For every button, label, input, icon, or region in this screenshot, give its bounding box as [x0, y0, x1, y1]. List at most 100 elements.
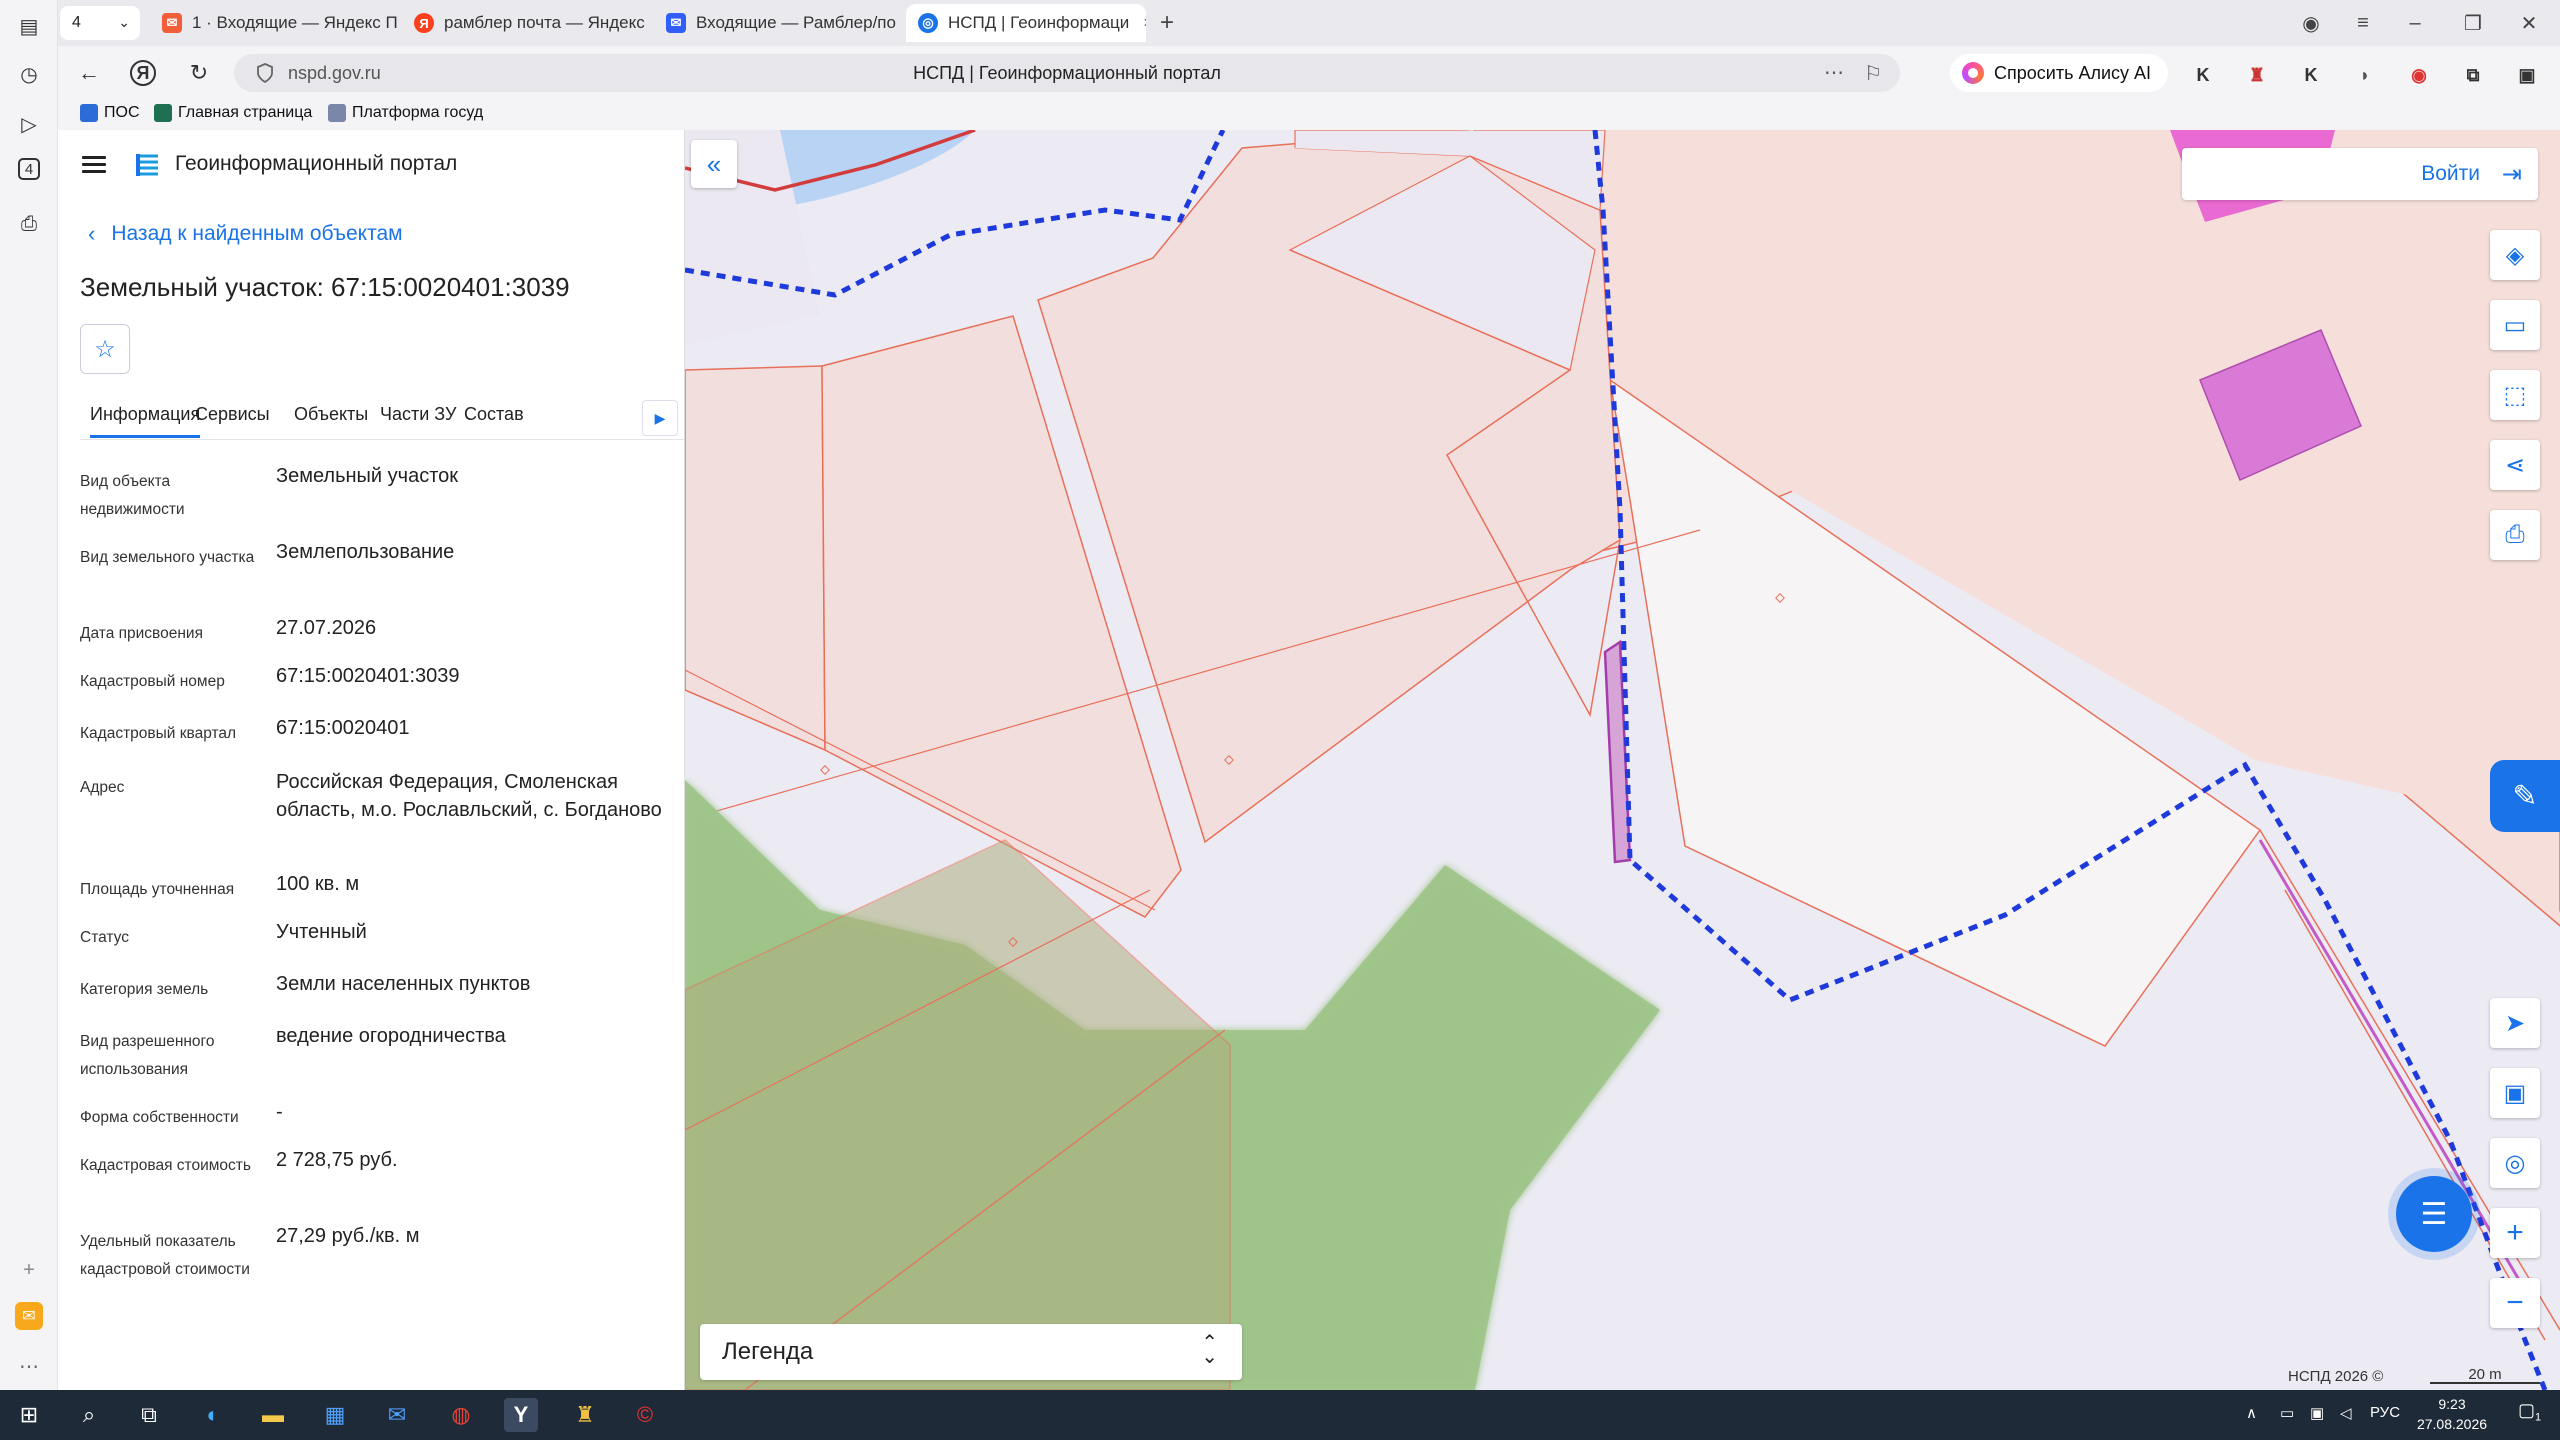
login-button[interactable]: Войти ⇥: [2182, 148, 2538, 200]
feedback-icon: ✎: [2512, 779, 2538, 813]
tabs-scroll-right-button[interactable]: ▶: [642, 400, 678, 436]
reload-icon[interactable]: ↻: [184, 58, 214, 88]
geoportal-logo-icon: [136, 154, 158, 176]
bookmark-pos[interactable]: ПОС: [80, 104, 140, 122]
print-button[interactable]: ⎙: [2490, 510, 2540, 560]
lang-indicator[interactable]: РУС: [2370, 1404, 2400, 1421]
collections-icon[interactable]: ▤: [13, 10, 45, 42]
tab-nspd[interactable]: ◎ НСПД | Геоинформаци ×: [906, 4, 1146, 42]
network-icon[interactable]: ▣: [2310, 1404, 2324, 1422]
attr-value: 27.07.2026: [276, 617, 377, 639]
tab-counter[interactable]: 4 ⌄: [60, 6, 140, 40]
chat-button[interactable]: ☰: [2396, 1176, 2472, 1252]
feedback-side-button[interactable]: ✎: [2490, 760, 2560, 832]
select-area-button[interactable]: ⬚: [2490, 370, 2540, 420]
mail-icon: ✉: [162, 13, 182, 33]
hamburger-menu-icon[interactable]: [82, 156, 106, 174]
tabs-count-icon[interactable]: 4: [18, 158, 40, 180]
favorite-button[interactable]: ☆: [80, 324, 130, 374]
layers-button[interactable]: ◈: [2490, 230, 2540, 280]
bookmark-icon[interactable]: ⚐: [1864, 61, 1882, 86]
tab-parts[interactable]: Части ЗУ: [380, 404, 456, 425]
share-button[interactable]: ⋖: [2490, 440, 2540, 490]
cadastral-map[interactable]: [685, 130, 2560, 1390]
attr-label: Вид разрешенного использования: [80, 1033, 215, 1078]
history-icon[interactable]: ◷: [13, 58, 45, 90]
map-scale: 20 m: [2430, 1367, 2540, 1384]
bookmark-main-page[interactable]: Главная страница: [154, 104, 312, 122]
measure-button[interactable]: ▭: [2490, 300, 2540, 350]
tab-rambler-search[interactable]: Я рамблер почта — Яндекс: [402, 4, 652, 42]
attr-label: Дата присвоения: [80, 625, 203, 642]
bookmark-gos-platform[interactable]: Платформа госуд: [328, 104, 483, 122]
minimize-icon[interactable]: –: [2398, 8, 2432, 38]
attr-label: Кадастровая стоимость: [80, 1157, 251, 1174]
parcel-left-1: [685, 365, 826, 752]
close-tab-icon[interactable]: ×: [1143, 13, 1146, 33]
play-icon[interactable]: ▷: [13, 108, 45, 140]
task-view-icon[interactable]: ⧉: [132, 1398, 166, 1432]
address-bar[interactable]: nspd.gov.ru НСПД | Геоинформационный пор…: [234, 54, 1900, 92]
back-label: Назад к найденным объектам: [111, 222, 403, 245]
extension-target-icon[interactable]: ◉: [2406, 62, 2432, 88]
app-c-icon[interactable]: ©: [628, 1398, 662, 1432]
zoom-out-button[interactable]: −: [2490, 1278, 2540, 1328]
tab-information[interactable]: Информация: [90, 404, 201, 438]
tab-rambler-mail[interactable]: ✉ Входящие — Рамблер/по: [654, 4, 904, 42]
ruler-icon: ▭: [2503, 311, 2527, 339]
extension-emblem-icon[interactable]: ♜: [2244, 62, 2270, 88]
extension-shield-icon[interactable]: ◗: [2352, 62, 2378, 88]
map-canvas[interactable]: [685, 130, 2560, 1390]
extension-k2-icon[interactable]: K: [2298, 62, 2324, 88]
more-options-icon[interactable]: ⋯: [1824, 60, 1844, 85]
restore-icon[interactable]: ❐: [2456, 8, 2490, 38]
tray-chevron-icon[interactable]: ∧: [2246, 1404, 2257, 1422]
tab-objects[interactable]: Объекты: [294, 404, 368, 425]
collapse-panel-button[interactable]: «: [691, 140, 737, 188]
clock[interactable]: 9:23 27.08.2026: [2412, 1394, 2492, 1434]
extensions-puzzle-icon[interactable]: ⧉: [2460, 62, 2486, 88]
outlook-icon[interactable]: ✉: [380, 1398, 414, 1432]
yandex-browser-icon[interactable]: Y: [504, 1398, 538, 1432]
zoom-in-button[interactable]: +: [2490, 1208, 2540, 1258]
battery-icon[interactable]: ▭: [2280, 1404, 2294, 1422]
emblem-app-icon[interactable]: ♜: [568, 1398, 602, 1432]
volume-icon[interactable]: ◁: [2340, 1404, 2352, 1422]
yandex-icon[interactable]: Я: [130, 60, 156, 86]
more-icon[interactable]: ⋯: [13, 1350, 45, 1382]
back-to-results-link[interactable]: ‹ Назад к найденным объектам: [88, 221, 403, 247]
minimap-button[interactable]: ▣: [2490, 1068, 2540, 1118]
search-location-button[interactable]: ◎: [2490, 1138, 2540, 1188]
add-panel-icon[interactable]: +: [13, 1254, 45, 1286]
search-icon[interactable]: ⌕: [72, 1398, 106, 1432]
back-arrow-icon[interactable]: ←: [74, 58, 104, 88]
mail-app-icon[interactable]: ✉: [15, 1302, 43, 1330]
yandex-search-icon: Я: [414, 13, 434, 33]
close-window-icon[interactable]: ✕: [2512, 8, 2546, 38]
tab-composition[interactable]: Состав: [464, 404, 524, 425]
new-tab-button[interactable]: +: [1152, 8, 1182, 38]
attr-value: Земли населенных пунктов: [276, 973, 531, 995]
profile-icon[interactable]: ◉: [2294, 8, 2328, 38]
tab-yandex-mail[interactable]: ✉ 1 · Входящие — Яндекс П: [150, 4, 400, 42]
notifications-icon[interactable]: ▢1: [2518, 1400, 2541, 1424]
menu-icon[interactable]: ≡: [2346, 8, 2380, 38]
tab-label: 1 · Входящие — Яндекс П: [192, 13, 398, 32]
navigation-arrow-icon: ➤: [2504, 1009, 2526, 1037]
screenshot-icon[interactable]: ⎙: [13, 208, 45, 240]
edge-icon[interactable]: ◐: [196, 1398, 230, 1432]
rambler-mail-icon: ✉: [666, 13, 686, 33]
object-info-panel: Геоинформационный портал ‹ Назад к найде…: [58, 130, 685, 1390]
chrome-icon[interactable]: ◍: [444, 1398, 478, 1432]
store-icon[interactable]: ▦: [318, 1398, 352, 1432]
legend-dropdown[interactable]: Легенда ⌃ ⌄: [700, 1324, 1242, 1380]
attr-value: 67:15:0020401: [276, 717, 410, 739]
extension-k-icon[interactable]: K: [2190, 62, 2216, 88]
extension-book-icon[interactable]: ▣: [2514, 62, 2540, 88]
clock-time: 9:23: [2438, 1396, 2466, 1412]
windows-start-icon[interactable]: ⊞: [12, 1398, 46, 1432]
tab-services[interactable]: Сервисы: [195, 404, 270, 425]
file-explorer-icon[interactable]: ▬: [256, 1398, 290, 1432]
geolocation-button[interactable]: ➤: [2490, 998, 2540, 1048]
ask-alisa-button[interactable]: Спросить Алису AI: [1950, 54, 2168, 92]
